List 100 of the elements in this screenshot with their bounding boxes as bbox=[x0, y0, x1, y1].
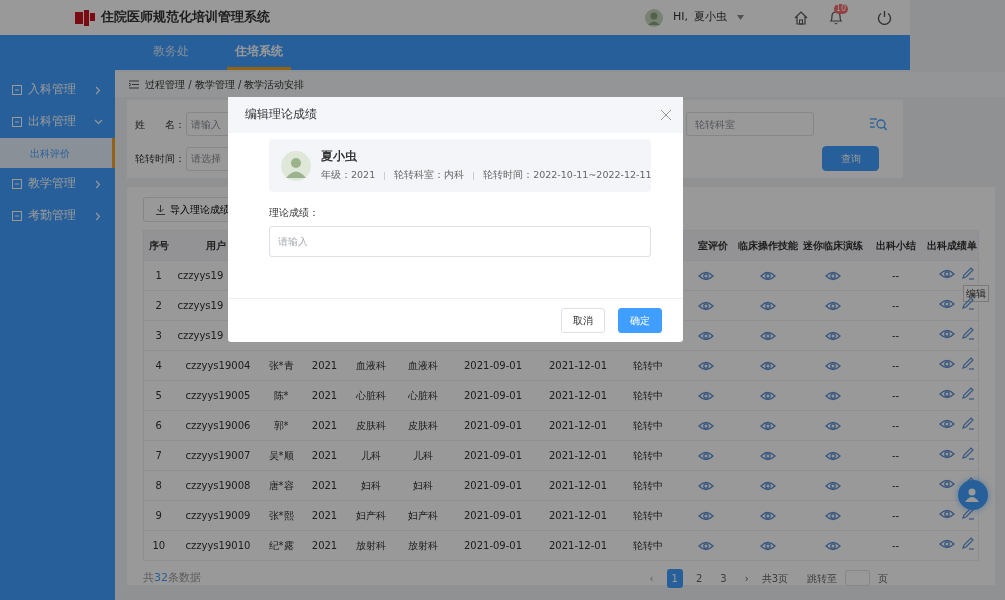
table-cell: 放射科 bbox=[355, 540, 386, 551]
view-icon[interactable] bbox=[939, 537, 955, 550]
table-cell: 张*青 bbox=[268, 360, 294, 371]
edit-icon[interactable] bbox=[960, 447, 975, 461]
view-icon[interactable] bbox=[825, 360, 841, 372]
view-icon[interactable] bbox=[760, 300, 776, 312]
power-icon[interactable] bbox=[877, 10, 892, 25]
column-header: 出科成绩单 bbox=[926, 240, 977, 251]
view-icon[interactable] bbox=[825, 390, 841, 402]
view-icon[interactable] bbox=[760, 510, 776, 522]
view-icon[interactable] bbox=[697, 330, 714, 342]
table-cell: 4 bbox=[155, 360, 162, 371]
view-icon[interactable] bbox=[760, 420, 776, 432]
edit-icon[interactable] bbox=[960, 417, 975, 431]
sidebar-item[interactable]: 教学管理 bbox=[0, 168, 115, 200]
page-button[interactable]: 3 bbox=[715, 568, 732, 588]
cancel-button[interactable]: 取消 bbox=[561, 308, 605, 333]
table-cell: 放射科 bbox=[408, 540, 438, 551]
view-icon[interactable] bbox=[939, 267, 955, 280]
view-icon[interactable] bbox=[760, 450, 776, 462]
view-icon[interactable] bbox=[939, 447, 955, 460]
table-cell: 2021 bbox=[311, 540, 338, 551]
view-icon[interactable] bbox=[939, 357, 955, 370]
view-icon[interactable] bbox=[697, 390, 714, 402]
table-cell: 2021 bbox=[311, 390, 338, 401]
sidebar-item[interactable]: 入科管理 bbox=[0, 74, 115, 106]
view-icon[interactable] bbox=[697, 300, 714, 312]
table-cell: czzyys19 bbox=[177, 300, 224, 311]
table-cell: czzyys19009 bbox=[185, 510, 251, 521]
table-cell: 吴*顺 bbox=[268, 450, 294, 461]
table-cell: -- bbox=[891, 390, 900, 401]
view-icon[interactable] bbox=[939, 297, 955, 310]
edit-icon[interactable] bbox=[960, 267, 975, 281]
table-cell: -- bbox=[891, 360, 900, 371]
menu-item-icon bbox=[12, 117, 22, 127]
column-header: 迷你临床演练 bbox=[803, 240, 863, 251]
separator-icon bbox=[473, 171, 475, 180]
edit-icon[interactable] bbox=[960, 387, 975, 401]
user-name[interactable]: 夏小虫 bbox=[694, 9, 727, 26]
view-icon[interactable] bbox=[697, 420, 714, 432]
collapse-menu-icon[interactable] bbox=[129, 80, 139, 89]
view-icon[interactable] bbox=[697, 540, 714, 552]
view-icon[interactable] bbox=[825, 270, 841, 282]
view-icon[interactable] bbox=[825, 480, 841, 492]
view-icon[interactable] bbox=[760, 540, 776, 552]
score-field[interactable]: 请输入 bbox=[269, 226, 651, 258]
page-button[interactable]: 1 bbox=[666, 568, 683, 588]
chevron-right-icon bbox=[94, 85, 103, 95]
table-cell: -- bbox=[891, 300, 900, 311]
previous-page-button[interactable]: ‹ bbox=[644, 568, 659, 588]
view-icon[interactable] bbox=[760, 360, 776, 372]
close-icon[interactable] bbox=[661, 110, 671, 120]
view-icon[interactable] bbox=[760, 270, 776, 282]
confirm-button[interactable]: 确定 bbox=[618, 308, 662, 333]
view-icon[interactable] bbox=[939, 477, 955, 490]
breadcrumb: 过程管理 / 教学管理 / 教学活动安排 bbox=[145, 78, 305, 92]
edit-icon[interactable] bbox=[960, 297, 975, 311]
view-icon[interactable] bbox=[939, 327, 955, 340]
view-icon[interactable] bbox=[939, 507, 955, 520]
nav-tab[interactable]: 教务处 bbox=[145, 35, 197, 70]
table-cell: czzyys19 bbox=[177, 330, 224, 341]
view-icon[interactable] bbox=[760, 330, 776, 342]
table-cell: 2021-12-01 bbox=[548, 540, 608, 551]
table-cell: 2021 bbox=[311, 510, 338, 521]
view-icon[interactable] bbox=[939, 417, 955, 430]
edit-icon[interactable] bbox=[960, 357, 975, 371]
search-button[interactable]: 查询 bbox=[822, 146, 879, 172]
department-field[interactable]: 轮转科室 bbox=[686, 112, 814, 136]
view-icon[interactable] bbox=[697, 450, 714, 462]
view-icon[interactable] bbox=[760, 480, 776, 492]
view-icon[interactable] bbox=[697, 360, 714, 372]
home-icon[interactable] bbox=[794, 10, 808, 25]
table-cell: 2021-09-01 bbox=[463, 360, 523, 371]
table-cell: 轮转中 bbox=[633, 390, 663, 401]
bell-icon[interactable] bbox=[829, 9, 843, 25]
search-icon[interactable] bbox=[870, 117, 887, 131]
menu-item-icon bbox=[12, 211, 22, 221]
page-button[interactable]: 2 bbox=[690, 568, 708, 588]
edit-icon[interactable] bbox=[960, 537, 975, 551]
sidebar-subitem[interactable]: 出科评价 bbox=[0, 138, 115, 168]
sidebar-item[interactable]: 出科管理 bbox=[0, 106, 115, 138]
table-cell: czzyys19006 bbox=[185, 420, 251, 431]
view-icon[interactable] bbox=[697, 510, 714, 522]
view-icon[interactable] bbox=[825, 540, 841, 552]
view-icon[interactable] bbox=[825, 450, 841, 462]
view-icon[interactable] bbox=[825, 330, 841, 342]
next-page-button[interactable]: › bbox=[739, 568, 754, 588]
view-icon[interactable] bbox=[825, 510, 841, 522]
view-icon[interactable] bbox=[825, 300, 841, 312]
view-icon[interactable] bbox=[760, 390, 776, 402]
table-cell: -- bbox=[891, 420, 900, 431]
table-cell: czzyys19010 bbox=[185, 540, 251, 551]
view-icon[interactable] bbox=[939, 387, 955, 400]
sidebar-item[interactable]: 考勤管理 bbox=[0, 200, 115, 232]
edit-icon[interactable] bbox=[960, 507, 975, 521]
table-cell: 2021 bbox=[311, 480, 338, 491]
view-icon[interactable] bbox=[825, 420, 841, 432]
view-icon[interactable] bbox=[697, 270, 714, 282]
edit-icon[interactable] bbox=[960, 327, 975, 341]
view-icon[interactable] bbox=[697, 480, 714, 492]
